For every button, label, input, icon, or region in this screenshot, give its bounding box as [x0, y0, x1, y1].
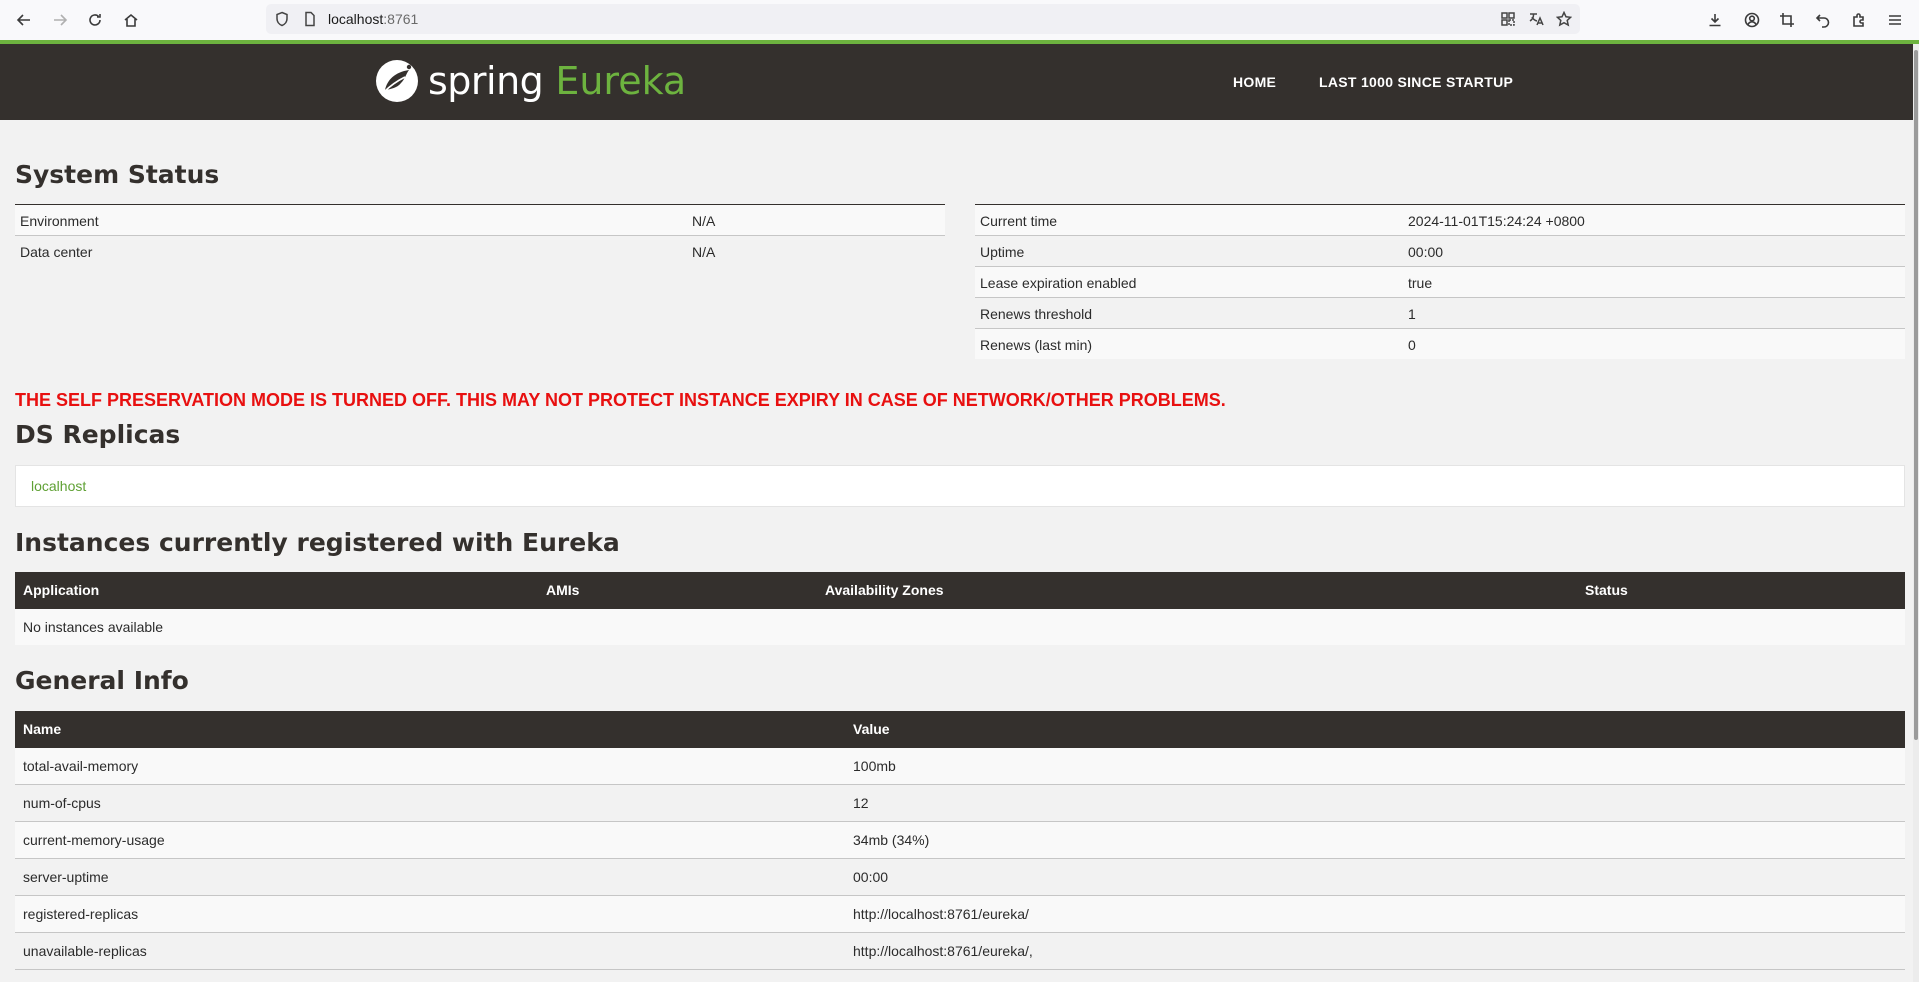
row-value: 00:00	[1408, 244, 1444, 260]
row-value: N/A	[692, 213, 716, 229]
nav-home[interactable]: HOME	[1233, 74, 1276, 90]
spring-leaf-icon	[376, 60, 418, 102]
spring-eureka-logo[interactable]: spring Eureka	[374, 54, 686, 108]
url-text[interactable]: localhost:8761	[328, 11, 418, 27]
info-value: 34mb (34%)	[853, 832, 930, 848]
info-name: current-memory-usage	[23, 832, 165, 848]
column-name: Name	[23, 721, 62, 737]
table-row: Lease expiration enabled true	[975, 267, 1905, 298]
column-application: Application	[23, 582, 100, 598]
scrollbar-thumb[interactable]	[1914, 50, 1918, 740]
table-row: No instances available	[15, 609, 1905, 645]
row-value: 1	[1408, 306, 1416, 322]
info-value: http://localhost:8761/eureka/	[853, 906, 1029, 922]
qr-icon[interactable]	[1500, 11, 1516, 27]
info-value: 12	[853, 795, 869, 811]
logo-spring-text: spring	[428, 59, 544, 103]
forward-icon[interactable]	[48, 8, 72, 32]
info-value: 100mb	[853, 758, 896, 774]
table-row: Renews (last min) 0	[975, 329, 1905, 359]
back-icon[interactable]	[12, 8, 36, 32]
info-value: http://localhost:8761/eureka/,	[853, 943, 1033, 959]
column-availability-zones: Availability Zones	[825, 582, 944, 598]
row-value: true	[1408, 275, 1433, 291]
ds-replicas-list: localhost	[15, 465, 1905, 507]
account-icon[interactable]	[1740, 8, 1764, 32]
url-bar[interactable]: localhost:8761	[266, 4, 1580, 34]
table-row: total-avail-memory 100mb	[15, 748, 1905, 785]
row-value: N/A	[692, 244, 716, 260]
system-status-title: System Status	[15, 160, 220, 189]
shield-icon[interactable]	[274, 11, 290, 27]
table-row: Renews threshold 1	[975, 298, 1905, 329]
table-row: Data center N/A	[15, 236, 945, 266]
info-name: num-of-cpus	[23, 795, 101, 811]
browser-toolbar: localhost:8761	[0, 0, 1919, 41]
general-info-title: General Info	[15, 666, 189, 695]
row-value: 2024-11-01T15:24:24 +0800	[1408, 213, 1585, 229]
reload-icon[interactable]	[83, 8, 107, 32]
home-icon[interactable]	[119, 8, 143, 32]
undo-icon[interactable]	[1811, 8, 1835, 32]
star-icon[interactable]	[1555, 10, 1573, 27]
menu-icon[interactable]	[1883, 8, 1907, 32]
row-label: Renews threshold	[980, 306, 1093, 322]
table-row: Current time 2024-11-01T15:24:24 +0800	[975, 205, 1905, 236]
table-row: current-memory-usage 34mb (34%)	[15, 822, 1905, 859]
crop-icon[interactable]	[1775, 8, 1799, 32]
logo-eureka-text: Eureka	[555, 59, 687, 103]
nav-last-1000[interactable]: LAST 1000 SINCE STARTUP	[1319, 74, 1513, 90]
general-info-table-header: Name Value	[15, 711, 1905, 748]
translate-icon[interactable]	[1528, 11, 1544, 27]
table-row: num-of-cpus 12	[15, 785, 1905, 822]
info-name: server-uptime	[23, 869, 109, 885]
table-row: unavailable-replicas http://localhost:87…	[15, 933, 1905, 970]
url-port: :8761	[383, 11, 419, 27]
info-name: unavailable-replicas	[23, 943, 147, 959]
url-host: localhost	[328, 11, 384, 27]
row-label: Uptime	[980, 244, 1025, 260]
info-name: registered-replicas	[23, 906, 139, 922]
ds-replicas-title: DS Replicas	[15, 420, 181, 449]
column-status: Status	[1585, 582, 1628, 598]
row-label: Data center	[20, 244, 93, 260]
table-row: Environment N/A	[15, 205, 945, 236]
system-status-left-table: Environment N/A Data center N/A	[15, 204, 945, 266]
page-icon[interactable]	[302, 11, 318, 27]
row-label: Renews (last min)	[980, 337, 1093, 353]
replica-link-localhost[interactable]: localhost	[31, 478, 86, 494]
table-row: Uptime 00:00	[975, 236, 1905, 267]
extensions-icon[interactable]	[1847, 8, 1871, 32]
instances-title: Instances currently registered with Eure…	[15, 528, 620, 557]
column-amis: AMIs	[546, 582, 580, 598]
row-value: 0	[1408, 337, 1416, 353]
no-instances-text: No instances available	[23, 619, 164, 635]
row-label: Environment	[20, 213, 99, 229]
page-scrollbar[interactable]	[1913, 44, 1919, 982]
system-status-right-table: Current time 2024-11-01T15:24:24 +0800 U…	[975, 204, 1905, 359]
info-name: total-avail-memory	[23, 758, 139, 774]
row-label: Current time	[980, 213, 1058, 229]
download-icon[interactable]	[1703, 8, 1727, 32]
table-row: server-uptime 00:00	[15, 859, 1905, 896]
instances-table-header: Application AMIs Availability Zones Stat…	[15, 572, 1905, 609]
row-label: Lease expiration enabled	[980, 275, 1137, 291]
table-row: registered-replicas http://localhost:876…	[15, 896, 1905, 933]
info-value: 00:00	[853, 869, 889, 885]
self-preservation-warning: THE SELF PRESERVATION MODE IS TURNED OFF…	[15, 390, 1226, 410]
column-value: Value	[853, 721, 890, 737]
app-header: spring Eureka HOME LAST 1000 SINCE START…	[0, 44, 1913, 120]
